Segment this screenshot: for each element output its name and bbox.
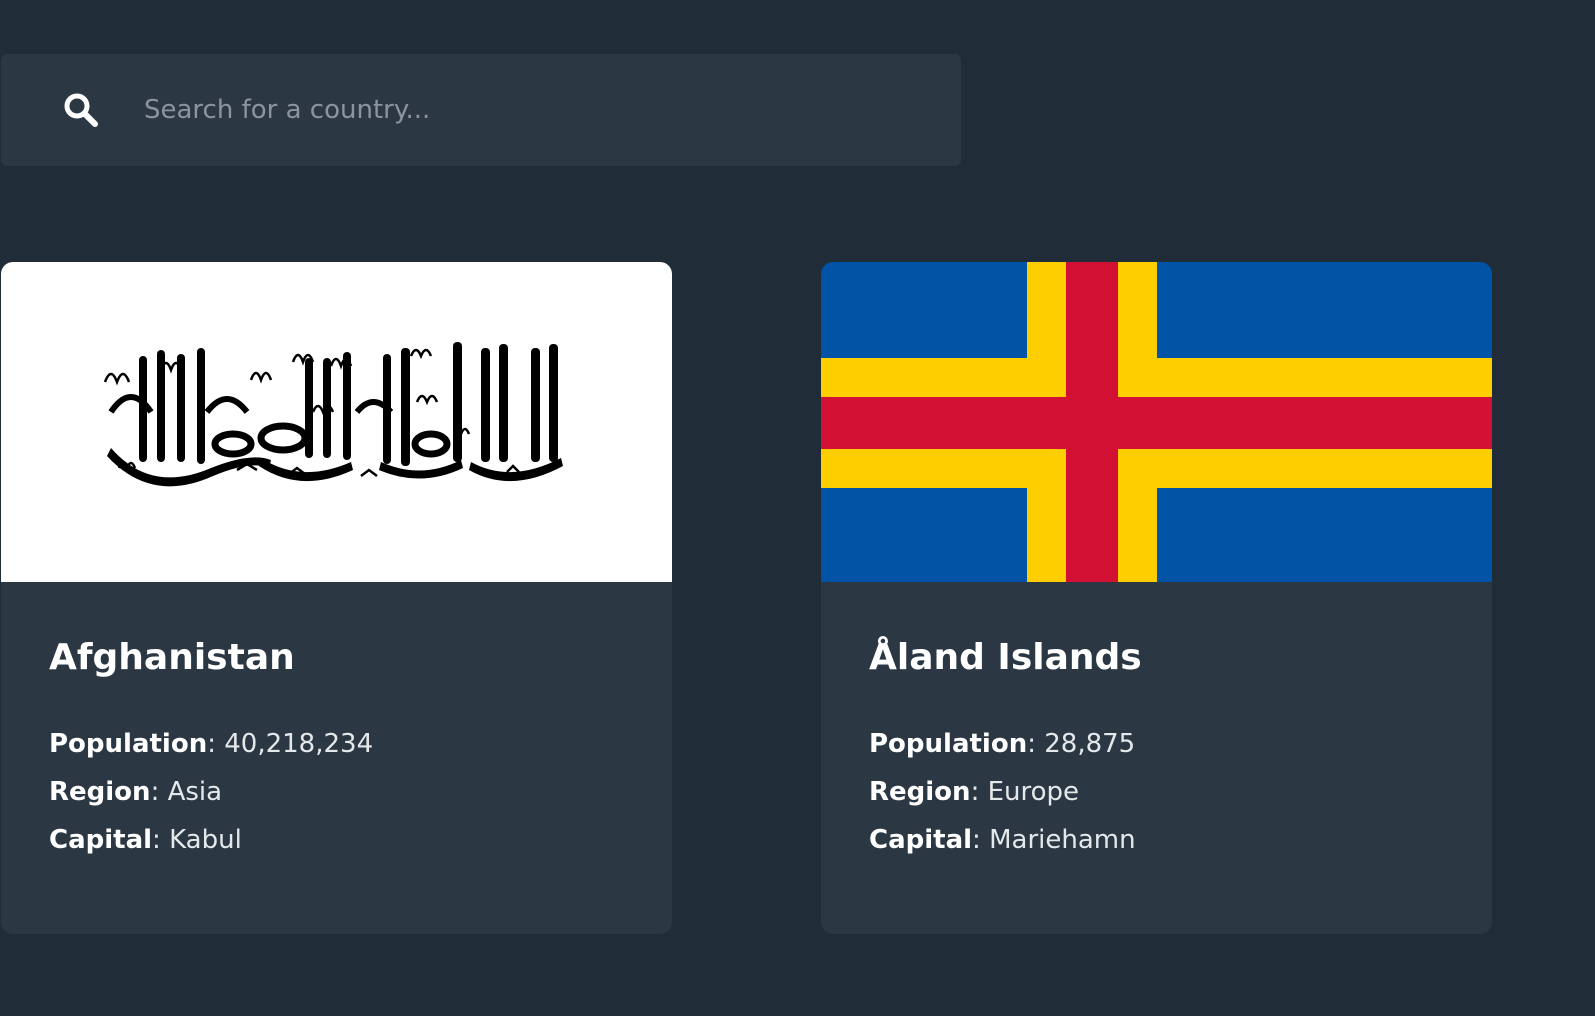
search-icon — [64, 93, 98, 127]
country-card-afghanistan[interactable]: Afghanistan Population: 40,218,234 Regio… — [1, 262, 672, 934]
afghanistan-flag — [1, 262, 672, 582]
population-label: Population — [869, 729, 1028, 759]
country-name: Åland Islands — [869, 637, 1142, 678]
aland-islands-flag — [821, 262, 1492, 582]
search-bar[interactable] — [1, 54, 961, 166]
country-name: Afghanistan — [49, 637, 295, 678]
population-value: 40,218,234 — [224, 729, 374, 759]
population-row: Population: 28,875 — [869, 729, 1136, 759]
region-value: Asia — [167, 777, 223, 807]
population-label: Population — [49, 729, 208, 759]
region-label: Region — [49, 777, 151, 807]
region-row: Region: Europe — [869, 777, 1080, 807]
card-body: Afghanistan Population: 40,218,234 Regio… — [1, 582, 672, 864]
search-input[interactable] — [144, 84, 924, 136]
capital-value: Kabul — [169, 825, 242, 855]
capital-value: Mariehamn — [989, 825, 1136, 855]
capital-row: Capital: Kabul — [49, 825, 242, 855]
card-body: Åland Islands Population: 28,875 Region:… — [821, 582, 1492, 864]
region-row: Region: Asia — [49, 777, 223, 807]
population-row: Population: 40,218,234 — [49, 729, 374, 759]
capital-row: Capital: Mariehamn — [869, 825, 1136, 855]
page: Afghanistan Population: 40,218,234 Regio… — [0, 0, 1595, 1016]
population-value: 28,875 — [1044, 729, 1136, 759]
country-card-aland-islands[interactable]: Åland Islands Population: 28,875 Region:… — [821, 262, 1492, 934]
capital-label: Capital — [869, 825, 973, 855]
capital-label: Capital — [49, 825, 153, 855]
region-value: Europe — [987, 777, 1080, 807]
region-label: Region — [869, 777, 971, 807]
